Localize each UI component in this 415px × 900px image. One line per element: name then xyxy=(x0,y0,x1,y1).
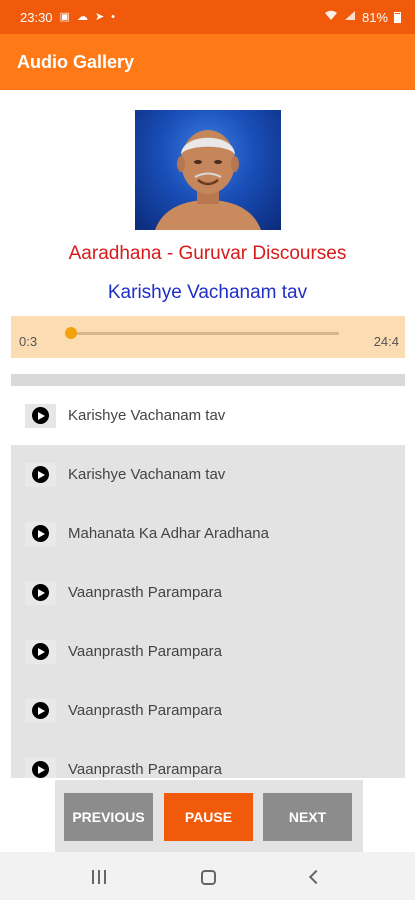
track-name: Mahanata Ka Adhar Aradhana xyxy=(68,525,269,542)
system-nav-bar xyxy=(0,852,415,900)
previous-button[interactable]: PREVIOUS xyxy=(64,793,153,841)
image-icon: ▣ xyxy=(59,10,70,23)
album-art xyxy=(135,110,281,230)
status-bar: 23:30 ▣ ☁ ➤ • 81% xyxy=(0,0,415,34)
track-name: Vaanprasth Parampara xyxy=(68,702,222,719)
playback-controls: PREVIOUS PAUSE NEXT xyxy=(55,780,363,852)
app-title: Audio Gallery xyxy=(17,51,135,72)
track-name: Vaanprasth Parampara xyxy=(68,643,222,660)
wifi-icon xyxy=(324,10,338,24)
list-item[interactable]: Vaanprasth Parampara xyxy=(11,563,405,622)
list-item[interactable]: Vaanprasth Parampara xyxy=(11,740,405,778)
recent-apps-icon[interactable] xyxy=(92,870,106,884)
audio-player: 0:3 24:4 xyxy=(11,316,405,358)
list-item[interactable]: Karishye Vachanam tav xyxy=(11,445,405,504)
status-time: 23:30 xyxy=(20,9,53,25)
play-icon[interactable] xyxy=(25,639,56,664)
app-bar: Audio Gallery xyxy=(0,34,415,90)
list-item[interactable]: Mahanata Ka Adhar Aradhana xyxy=(11,504,405,563)
signal-icon xyxy=(344,10,356,24)
list-item[interactable]: Vaanprasth Parampara xyxy=(11,681,405,740)
track-name: Karishye Vachanam tav xyxy=(68,407,226,424)
play-icon[interactable] xyxy=(25,521,56,546)
battery-icon xyxy=(394,11,401,23)
next-button[interactable]: NEXT xyxy=(263,793,352,841)
dot-icon: • xyxy=(111,10,116,23)
list-divider xyxy=(11,374,405,386)
telegram-icon: ➤ xyxy=(94,10,105,23)
list-item[interactable]: Karishye Vachanam tav xyxy=(11,386,405,445)
now-playing-title: Karishye Vachanam tav xyxy=(107,282,308,303)
play-icon[interactable] xyxy=(25,698,56,723)
album-title: Aaradhana - Guruvar Discourses xyxy=(68,243,347,264)
pause-button[interactable]: PAUSE xyxy=(164,793,253,841)
track-name: Vaanprasth Parampara xyxy=(68,761,222,778)
seek-thumb[interactable] xyxy=(65,327,77,339)
play-icon[interactable] xyxy=(25,757,56,778)
battery-percent: 81% xyxy=(361,9,388,25)
play-icon[interactable] xyxy=(25,462,56,487)
track-name: Vaanprasth Parampara xyxy=(68,584,222,601)
play-icon[interactable] xyxy=(25,580,56,605)
track-list: Karishye Vachanam tav Karishye Vachanam … xyxy=(11,386,405,778)
play-icon[interactable] xyxy=(25,403,56,428)
current-time: 0:3 xyxy=(19,334,38,349)
cloud-icon: ☁ xyxy=(76,10,88,23)
track-name: Karishye Vachanam tav xyxy=(68,466,226,483)
home-icon[interactable] xyxy=(201,870,216,885)
list-item[interactable]: Vaanprasth Parampara xyxy=(11,622,405,681)
back-icon[interactable] xyxy=(308,869,324,885)
seek-bar[interactable] xyxy=(71,332,339,335)
total-time: 24:4 xyxy=(373,334,399,349)
